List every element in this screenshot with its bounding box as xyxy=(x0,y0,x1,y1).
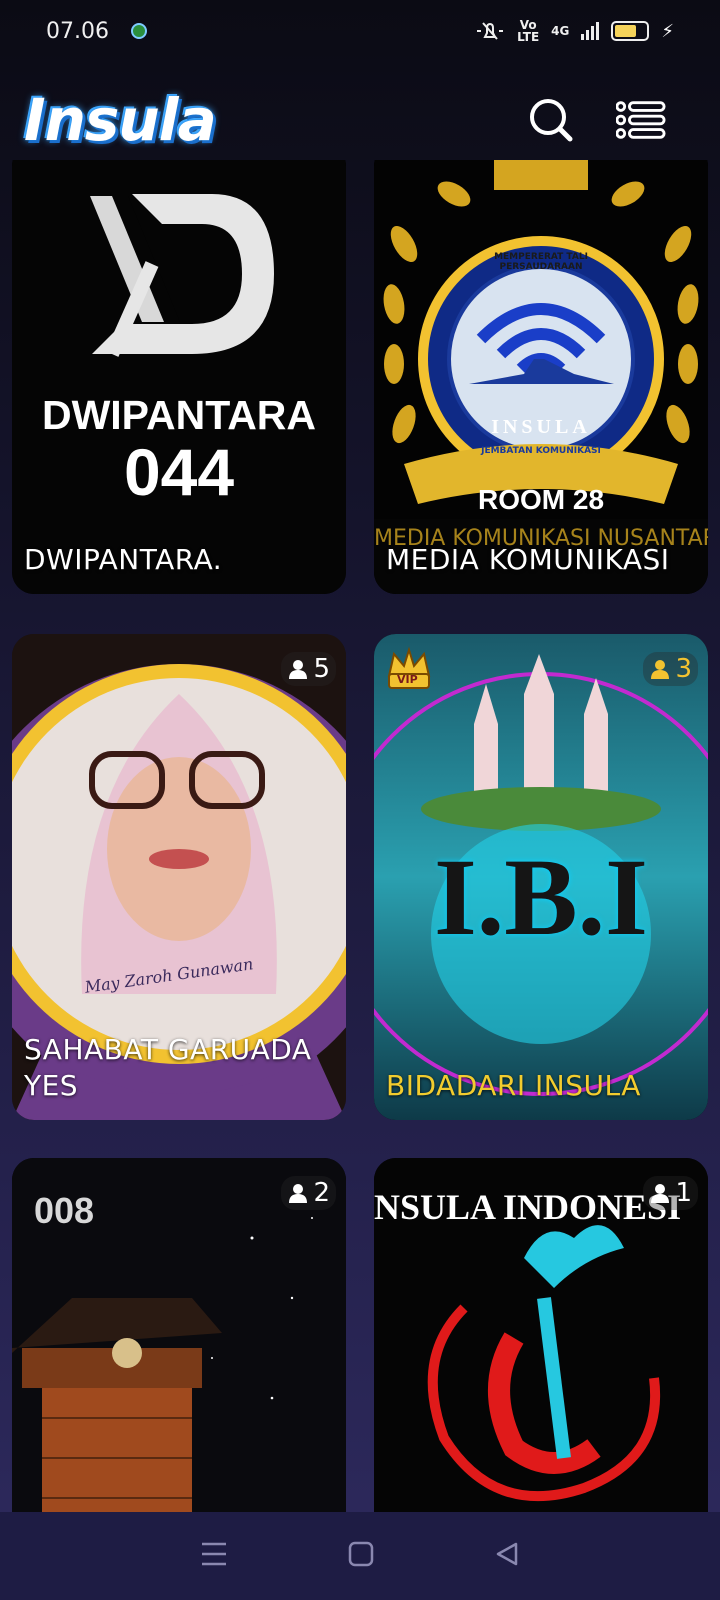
room-card-008[interactable]: 008 2 xyxy=(12,1158,346,1512)
room-number: 008 xyxy=(34,1190,95,1231)
room-title: DWIPANTARA. xyxy=(24,543,223,576)
mute-bell-icon xyxy=(477,22,504,40)
battery-icon xyxy=(611,21,650,41)
search-icon xyxy=(530,99,573,142)
network-label: 4G xyxy=(551,24,570,38)
square-icon xyxy=(348,1541,374,1567)
menu-list-icon xyxy=(616,101,666,139)
person-icon xyxy=(289,660,308,679)
dwipantara-logo-image xyxy=(12,160,346,594)
menu-lines-icon xyxy=(202,1542,226,1566)
person-icon xyxy=(289,1184,308,1203)
seal-bottom-text: JEMBATAN KOMUNIKASI xyxy=(481,446,601,456)
room-title: BIDADARI INSULA xyxy=(386,1069,641,1102)
member-count: 1 xyxy=(675,1178,692,1208)
status-icons: Vo LTE 4G ⚡ xyxy=(475,19,674,43)
room-big-text: I.B.I xyxy=(434,836,648,958)
volte-label: Vo LTE xyxy=(517,18,540,44)
room-card-sahabat-garuada-yes[interactable]: May Zaroh Gunawan 5 SAHABAT GARUADA YES xyxy=(12,634,346,1120)
person-icon xyxy=(651,660,670,679)
app-logo: Insula xyxy=(24,86,217,154)
seal-mid-text: INSULA xyxy=(491,416,591,438)
room-card-insula-indonesia[interactable]: NSULA INDONESI 1 xyxy=(374,1158,708,1512)
room-big-text: DWIPANTARA xyxy=(41,392,317,438)
menu-list-button[interactable] xyxy=(616,95,666,145)
member-count-badge: 3 xyxy=(643,652,698,686)
system-nav-bar xyxy=(0,1512,720,1600)
app-header: Insula xyxy=(0,80,720,160)
member-count: 2 xyxy=(313,1178,330,1208)
member-count-badge: 2 xyxy=(281,1176,336,1210)
room-number: 044 xyxy=(123,435,235,509)
app-notification-icon xyxy=(130,23,147,39)
room-badge-text: ROOM 28 xyxy=(477,484,605,515)
home-button[interactable] xyxy=(348,1541,374,1571)
status-bar: 07.06 Vo LTE 4G ⚡ xyxy=(0,0,720,62)
room-title: SAHABAT GARUADA YES xyxy=(24,1033,312,1102)
room-card-bidadari-insula[interactable]: VIP I.B.I 3 BIDADARI INSULA xyxy=(374,634,708,1120)
signal-icon xyxy=(581,22,600,40)
room-title: MEDIA KOMUNIKASI xyxy=(386,543,670,576)
member-count-badge: 1 xyxy=(643,1176,698,1210)
recent-apps-button[interactable] xyxy=(200,1541,228,1571)
room-card-media-komunikasi[interactable]: MEMPERERAT TALI PERSAUDARAAN INSULA JEMB… xyxy=(374,160,708,594)
member-count: 5 xyxy=(313,654,330,684)
person-icon xyxy=(651,1184,670,1203)
vip-label: VIP xyxy=(397,673,418,686)
member-count: 3 xyxy=(675,654,692,684)
room-banner-text: NSULA INDONESI xyxy=(374,1187,682,1227)
member-count-badge: 5 xyxy=(281,652,336,686)
search-button[interactable] xyxy=(526,95,576,145)
back-button[interactable] xyxy=(494,1541,520,1571)
room-grid: DWIPANTARA 044 DWIPANTARA. MEMPERERAT TA… xyxy=(12,160,708,1512)
room-card-dwipantara[interactable]: DWIPANTARA 044 DWIPANTARA. xyxy=(12,160,346,594)
back-triangle-icon xyxy=(496,1542,518,1566)
vip-crown-badge: VIP xyxy=(384,646,434,694)
seal-top-text: MEMPERERAT TALI PERSAUDARAAN xyxy=(494,252,588,272)
charging-icon: ⚡ xyxy=(661,20,674,42)
status-time: 07.06 xyxy=(46,18,109,44)
